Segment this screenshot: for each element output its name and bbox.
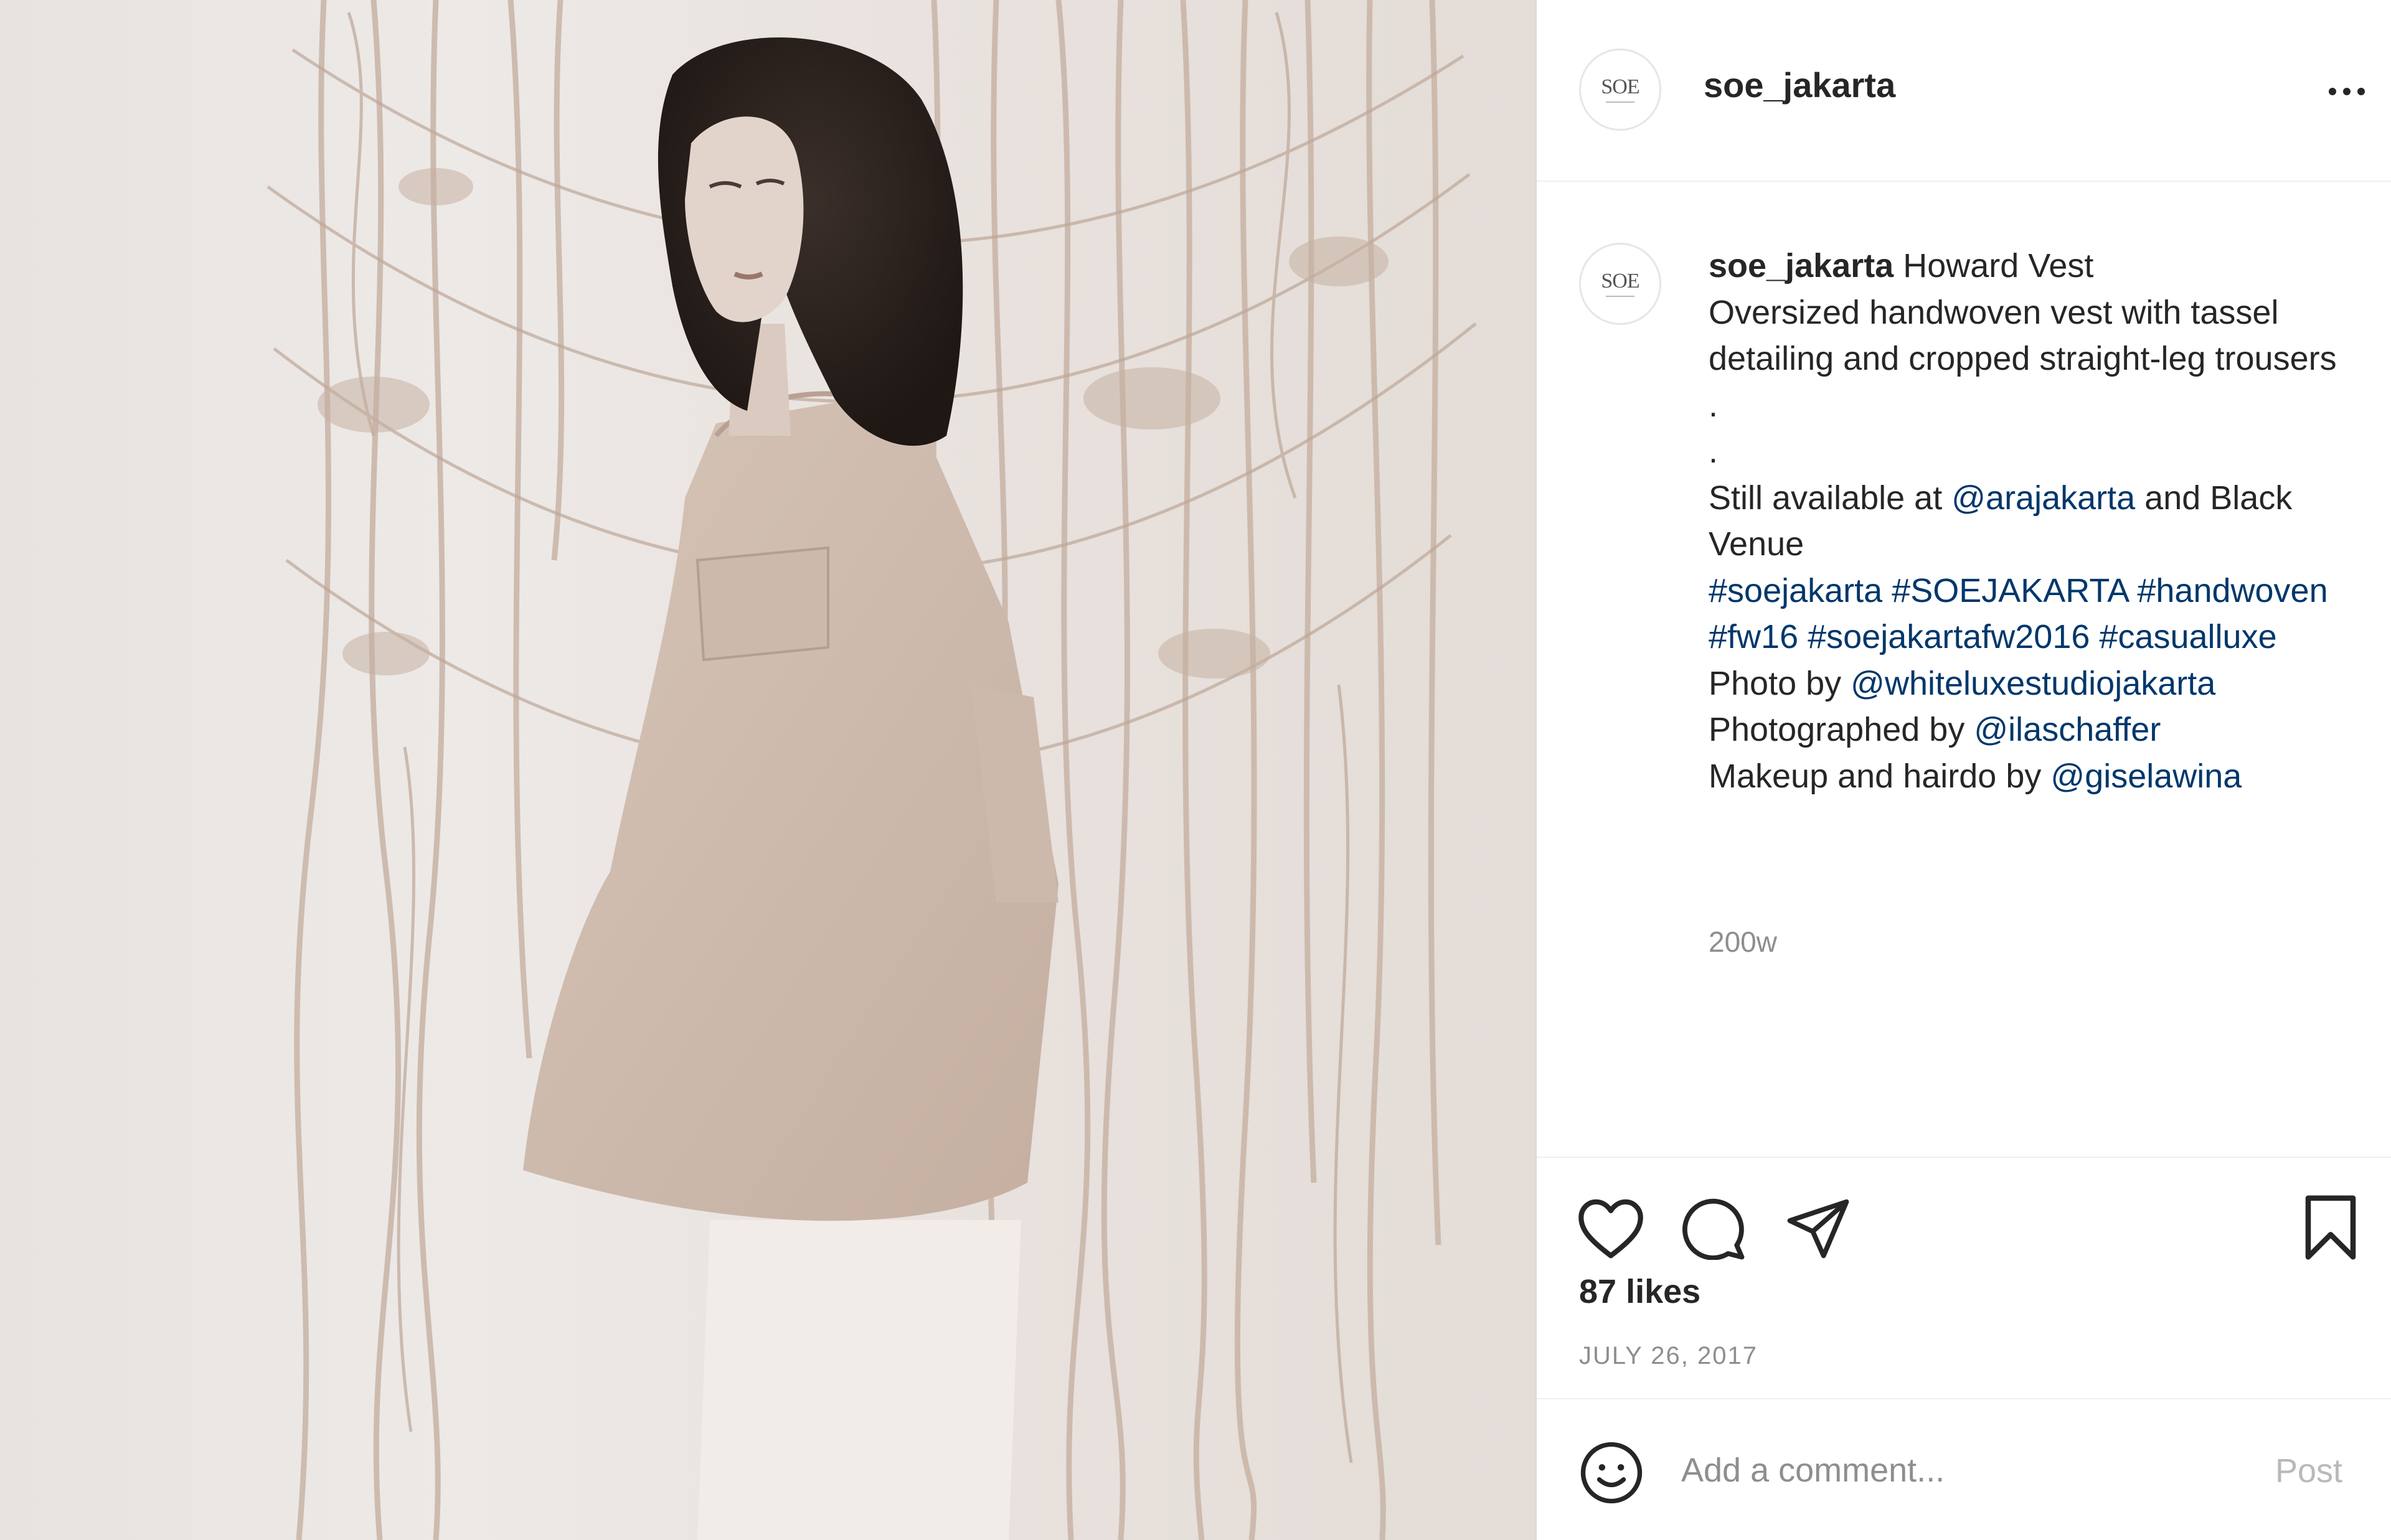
mention-link-giselawina[interactable]: @giselawina: [2050, 758, 2242, 795]
caption-timestamp[interactable]: 200w: [1709, 925, 1777, 959]
post-side-panel: SOE soe_jakarta SOE soe_jakarta Howard V…: [1535, 0, 2391, 1540]
post-actions: 87 likes JULY 26, 2017: [1537, 1157, 2391, 1398]
more-dot: [2329, 88, 2336, 95]
mention-link-ilaschaffer[interactable]: @ilaschaffer: [1974, 711, 2161, 748]
avatar-logo: SOE: [1601, 75, 1639, 98]
caption-dot: .: [1709, 386, 1719, 424]
more-dot: [2343, 88, 2351, 95]
post-photo[interactable]: [0, 0, 1535, 1540]
comment-bar: Post: [1537, 1398, 2391, 1540]
header-username[interactable]: soe_jakarta: [1704, 65, 1895, 105]
caption-dot: .: [1709, 433, 1719, 470]
comment-icon[interactable]: [1681, 1198, 1746, 1260]
mention-link-arajakarta[interactable]: @arajakarta: [1951, 479, 2135, 517]
post-date: JULY 26, 2017: [1579, 1342, 1758, 1369]
caption-photographed-by: Photographed by: [1709, 711, 1974, 748]
mention-link-whiteluxestudiojakarta[interactable]: @whiteluxestudiojakarta: [1851, 665, 2215, 702]
share-icon[interactable]: [1786, 1198, 1851, 1260]
comment-input[interactable]: [1681, 1439, 2242, 1501]
more-icon[interactable]: [2319, 76, 2375, 107]
caption-title: Howard Vest: [1903, 247, 2094, 284]
more-dot: [2357, 88, 2365, 95]
caption-area: SOE soe_jakarta Howard Vest Oversized ha…: [1537, 183, 2391, 1157]
hashtag-links[interactable]: #soejakarta #SOEJAKARTA #handwoven #fw16…: [1709, 572, 2328, 656]
bookmark-icon[interactable]: [2303, 1194, 2359, 1261]
avatar-logo-underline: [1606, 101, 1634, 103]
caption-makeup-by: Makeup and hairdo by: [1709, 757, 2051, 795]
like-count[interactable]: 87 likes: [1579, 1272, 1700, 1311]
avatar-logo: SOE: [1601, 270, 1639, 293]
avatar-logo-underline: [1606, 296, 1634, 297]
caption-username[interactable]: soe_jakarta: [1709, 247, 1893, 284]
post-header: SOE soe_jakarta: [1537, 0, 2391, 182]
emoji-icon[interactable]: [1579, 1440, 1644, 1505]
post-caption: soe_jakarta Howard Vest Oversized handwo…: [1709, 243, 2375, 799]
heart-icon[interactable]: [1577, 1198, 1645, 1260]
caption-still-available: Still available at: [1709, 479, 1952, 517]
caption-photo-by: Photo by: [1709, 664, 1851, 702]
post-comment-button[interactable]: Post: [2275, 1452, 2342, 1490]
avatar[interactable]: SOE: [1579, 49, 1661, 131]
caption-description: Oversized handwoven vest with tassel det…: [1709, 293, 2337, 378]
photo-illustration: [266, 0, 1477, 1540]
caption-avatar[interactable]: SOE: [1579, 243, 1661, 325]
